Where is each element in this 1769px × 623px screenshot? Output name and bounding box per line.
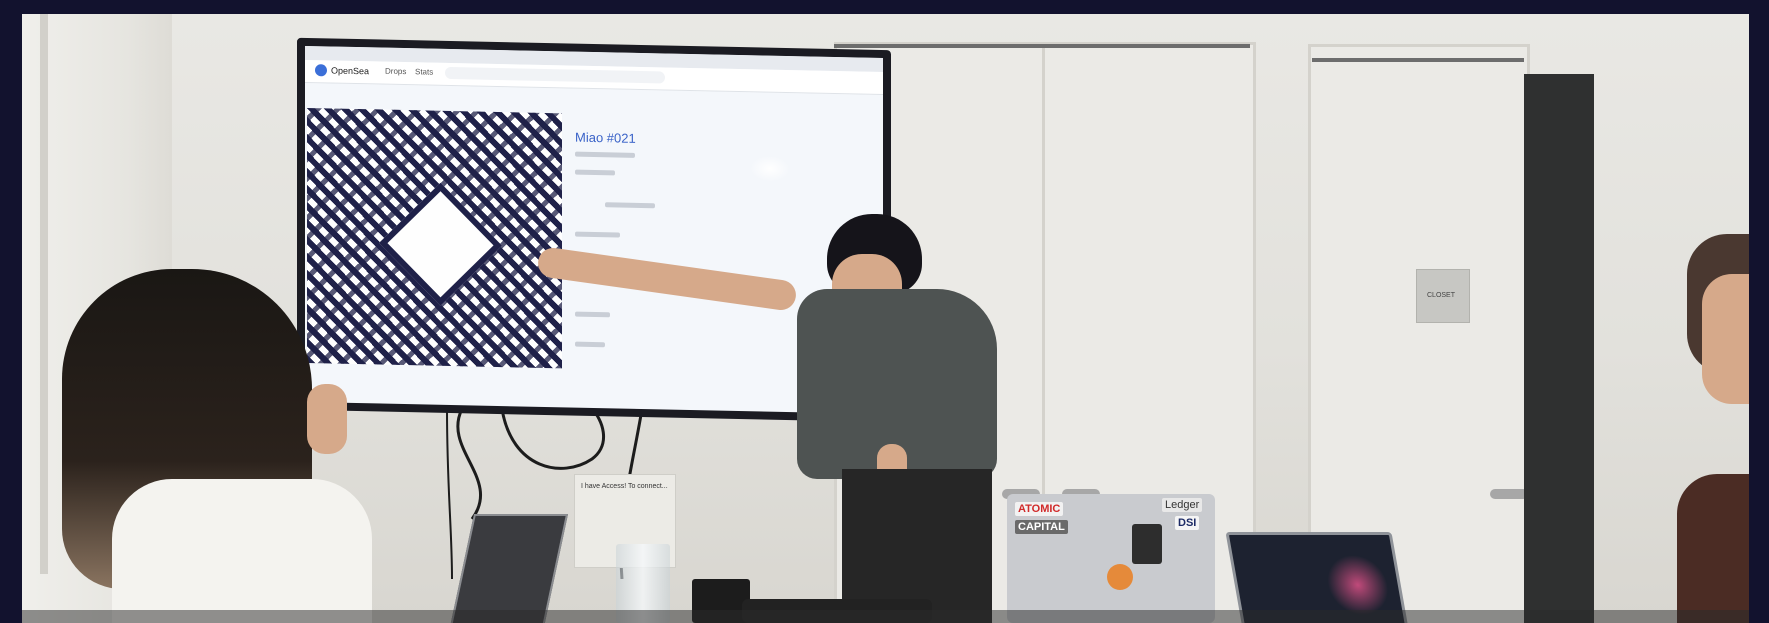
artwork-center-motif xyxy=(378,182,503,306)
detail-line xyxy=(575,231,620,238)
seated-person-right xyxy=(1672,234,1749,623)
right-person-shirt xyxy=(1677,474,1749,623)
sticker-ledger: Ledger xyxy=(1162,498,1203,512)
laptop-with-stickers: ATOMIC CAPITAL Ledger DSI xyxy=(1007,494,1215,623)
sticker-capital: CAPITAL xyxy=(1015,520,1068,534)
table-edge xyxy=(22,610,1749,623)
app-logo-icon xyxy=(315,64,327,77)
meeting-room-photo: CLOSET OpenSea Drops Stats Miao #021 I h… xyxy=(22,14,1749,623)
dark-doorway xyxy=(1524,74,1594,623)
detail-line xyxy=(575,311,610,318)
detail-line xyxy=(575,151,635,158)
app-name: OpenSea xyxy=(331,65,370,77)
woman-white-top xyxy=(112,479,372,623)
detail-line xyxy=(605,202,655,209)
right-person-face xyxy=(1702,274,1749,404)
sticker-orange-icon xyxy=(1107,564,1133,590)
laptop-screen-glow xyxy=(1322,555,1394,615)
sticker-monster-icon xyxy=(1132,524,1162,564)
closet-sign-text: CLOSET xyxy=(1427,292,1456,299)
sticker-atomic: ATOMIC xyxy=(1015,502,1064,516)
woman-hand xyxy=(307,384,347,454)
door-rail-right xyxy=(1312,58,1524,62)
detail-line xyxy=(575,341,605,348)
closet-sign: CLOSET xyxy=(1416,269,1470,323)
nav-item-stats: Stats xyxy=(415,67,434,77)
sticker-dsi: DSI xyxy=(1175,516,1200,530)
detail-line xyxy=(575,169,615,176)
seated-woman-left xyxy=(22,269,382,623)
nav-item-drops: Drops xyxy=(385,66,407,77)
door-rail-left xyxy=(834,44,1250,48)
door-handle-right xyxy=(1490,489,1528,499)
item-title: Miao #021 xyxy=(575,129,636,146)
desk-sign-title: I have Access! To connect... xyxy=(581,483,668,490)
search-input xyxy=(445,66,665,84)
screen-glare xyxy=(750,155,790,183)
